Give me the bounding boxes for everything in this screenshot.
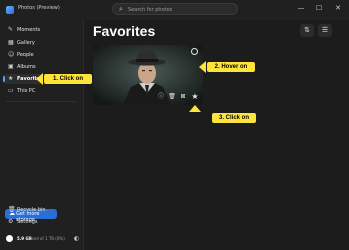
sidebar-item-this-pc[interactable]: ▭ This PC bbox=[3, 86, 79, 96]
gallery-icon: ▦ bbox=[8, 39, 14, 46]
sidebar-item-people[interactable]: ☺ People bbox=[3, 50, 79, 60]
close-button[interactable]: ✕ bbox=[331, 3, 345, 13]
sidebar-item-label: Recycle bin bbox=[17, 207, 46, 213]
star-icon: ★ bbox=[8, 75, 14, 82]
minimize-button[interactable]: — bbox=[294, 3, 308, 13]
computer-icon: ▭ bbox=[8, 87, 14, 94]
gear-icon: ⚙ bbox=[8, 218, 14, 225]
sidebar-item-albums[interactable]: ▣ Albums bbox=[3, 62, 79, 72]
title-bar: Photos (Preview) ⌕ — ☐ ✕ bbox=[0, 0, 349, 20]
callout-2-arrow bbox=[199, 61, 206, 73]
storage-total: used of 1 TB (0%) bbox=[29, 236, 65, 241]
storage-info: 5.9 GB used of 1 TB (0%) ◐ bbox=[6, 235, 82, 243]
callout-step-2: 2. Hover on bbox=[206, 61, 256, 73]
storage-link-icon[interactable]: ◐ bbox=[74, 235, 79, 242]
sidebar-item-label: Albums bbox=[17, 64, 36, 70]
sidebar-item-label: Settings bbox=[17, 219, 38, 225]
photos-app-icon bbox=[6, 6, 14, 14]
onedrive-icon bbox=[6, 235, 13, 242]
sidebar-item-label: Moments bbox=[17, 27, 41, 33]
sidebar-divider bbox=[6, 101, 76, 102]
moments-icon: ✎ bbox=[8, 26, 14, 33]
page-title: Favorites bbox=[93, 23, 156, 39]
select-checkbox[interactable] bbox=[191, 48, 198, 55]
app-title: Photos (Preview) bbox=[18, 5, 60, 11]
sidebar-item-label: Gallery bbox=[17, 40, 35, 46]
people-icon: ☺ bbox=[8, 51, 15, 58]
callout-1-arrow bbox=[36, 73, 43, 85]
callout-3-arrow bbox=[189, 105, 201, 112]
info-icon[interactable]: ⓘ bbox=[157, 93, 165, 101]
albums-icon: ▣ bbox=[8, 63, 14, 70]
delete-icon[interactable]: 🗑 bbox=[168, 93, 176, 101]
sidebar-item-recycle-bin[interactable]: 🗑 Recycle bin bbox=[3, 205, 79, 215]
search-box[interactable]: ⌕ bbox=[112, 3, 238, 15]
sidebar-item-gallery[interactable]: ▦ Gallery bbox=[3, 38, 79, 48]
search-icon: ⌕ bbox=[119, 5, 123, 13]
sort-button[interactable]: ⇅ bbox=[300, 24, 314, 37]
search-input[interactable] bbox=[128, 5, 228, 14]
sidebar: ✎ Moments ▦ Gallery ☺ People ▣ Albums ★ … bbox=[0, 20, 84, 250]
callout-step-3: 3. Click on bbox=[211, 112, 257, 124]
callout-step-1: 1. Click on bbox=[43, 73, 93, 85]
edit-icon[interactable]: ⊠ bbox=[179, 93, 187, 101]
photo-thumbnail[interactable]: ⓘ 🗑 ⊠ ★ bbox=[93, 45, 203, 105]
sidebar-item-moments[interactable]: ✎ Moments bbox=[3, 25, 79, 35]
filter-button[interactable]: ☰ bbox=[318, 24, 332, 37]
favorite-star-icon[interactable]: ★ bbox=[191, 93, 199, 101]
maximize-button[interactable]: ☐ bbox=[312, 3, 326, 13]
sidebar-item-label: This PC bbox=[17, 88, 36, 94]
sidebar-item-label: People bbox=[17, 52, 34, 58]
trash-icon: 🗑 bbox=[8, 206, 16, 213]
sidebar-item-settings[interactable]: ⚙ Settings bbox=[3, 217, 79, 227]
